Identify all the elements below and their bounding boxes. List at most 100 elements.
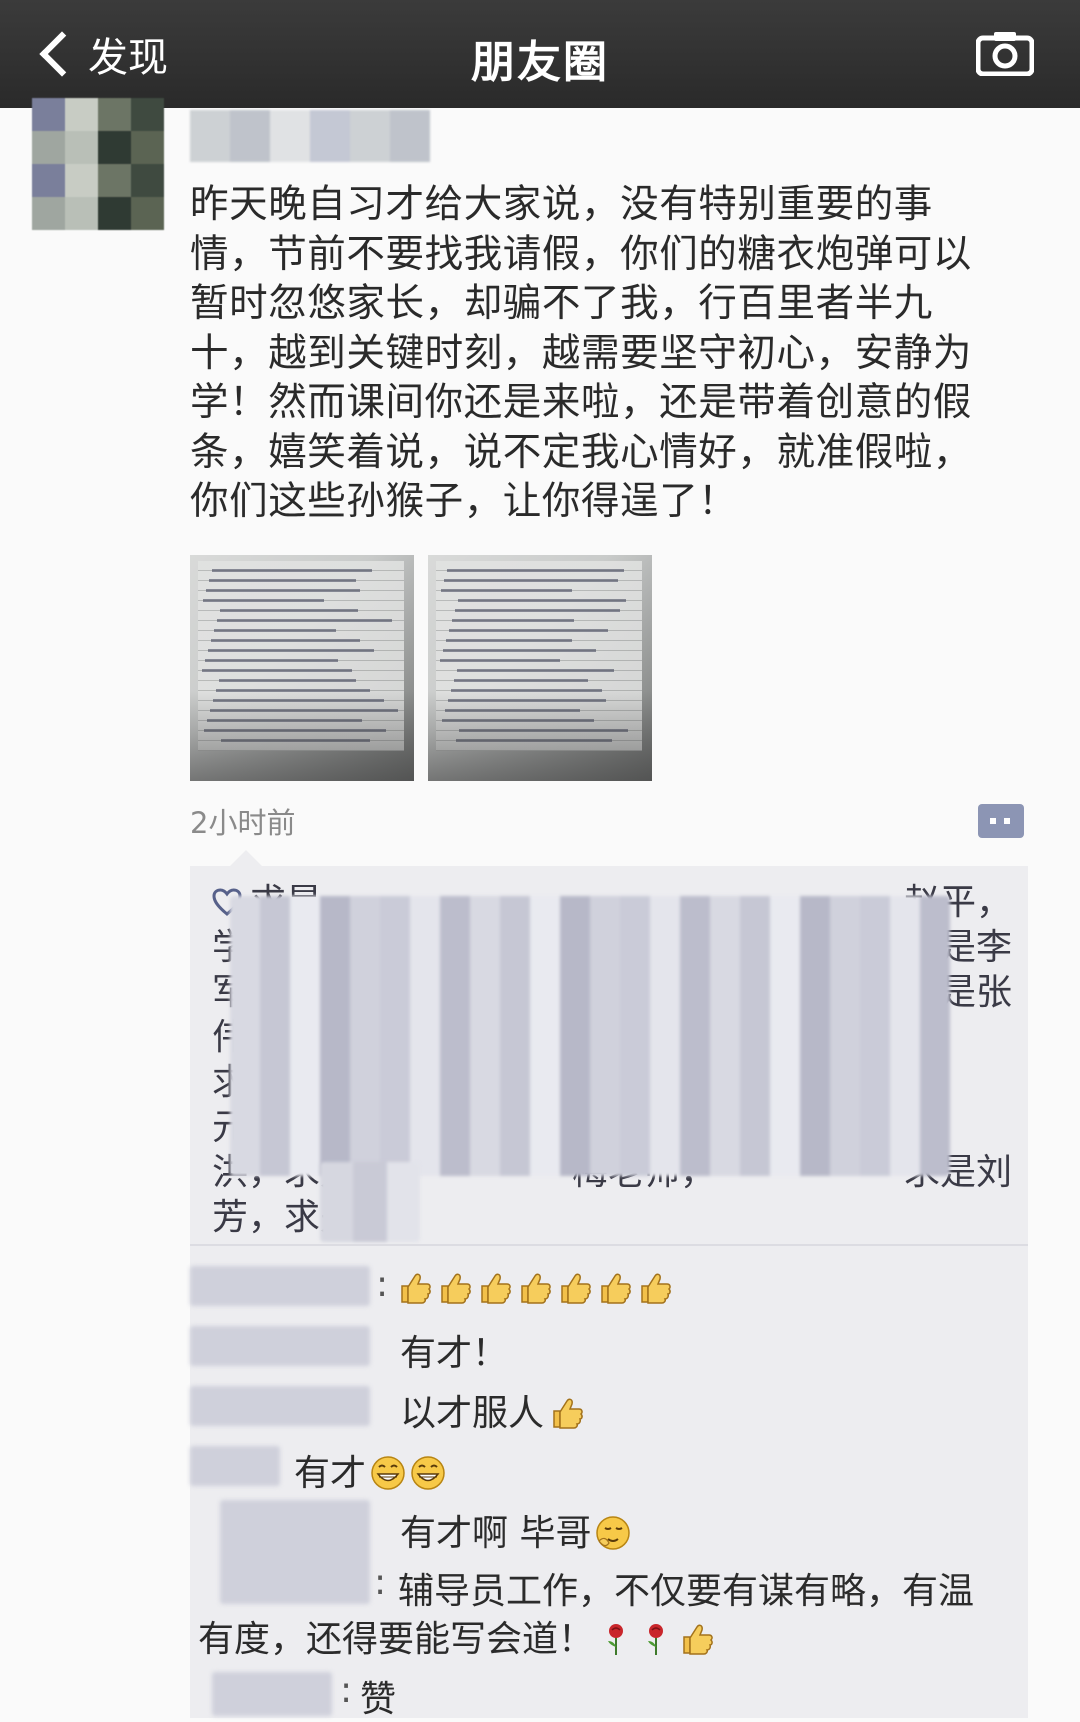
mosaic-tile (500, 896, 530, 928)
camera-icon[interactable] (976, 30, 1034, 76)
mosaic-tile (470, 1082, 500, 1114)
post-text-line: 学！然而课间你还是来啦，还是带着创意的假 (190, 380, 973, 425)
comment-item[interactable]: 以才服人 (190, 1378, 1028, 1434)
mosaic-tile (530, 1082, 560, 1114)
mosaic-tile (560, 958, 590, 990)
mosaic-tile (590, 1082, 620, 1114)
mosaic-tile (680, 927, 710, 959)
mosaic-tile (320, 1162, 354, 1189)
comment-text: 有度，还得要能写会道！ (198, 1619, 595, 1660)
mosaic-tile (590, 927, 620, 959)
commenter-name-blurred[interactable] (212, 1672, 332, 1716)
mosaic-tile (260, 1082, 290, 1114)
mosaic-tile (350, 927, 380, 959)
mosaic-tile (530, 1113, 560, 1145)
mosaic-tile (800, 1144, 830, 1176)
mosaic-tile (710, 1051, 740, 1083)
rose-icon (648, 1624, 664, 1655)
mosaic-tile (98, 197, 131, 230)
post-photo-2[interactable] (428, 555, 652, 781)
mosaic-tile (920, 1144, 950, 1176)
mosaic-tile (410, 1051, 440, 1083)
mosaic-tile (890, 958, 920, 990)
mosaic-tile (320, 896, 350, 928)
mosaic-tile (500, 958, 530, 990)
mosaic-tile (920, 989, 950, 1021)
mosaic-tile (770, 1082, 800, 1114)
mosaic-tile (860, 1144, 890, 1176)
mosaic-tile (290, 896, 320, 928)
like-name[interactable]: 是张 (940, 970, 1012, 1015)
comment-colon: : (340, 1670, 353, 1711)
mosaic-tile (131, 98, 164, 131)
comment-item[interactable]: : (190, 1258, 1028, 1314)
comment-item[interactable]: 有才！ (190, 1318, 1028, 1374)
mosaic-tile (380, 1051, 410, 1083)
mosaic-tile (440, 896, 470, 928)
mosaic-tile (410, 1082, 440, 1114)
mosaic-tile (800, 1082, 830, 1114)
comment-colon: : (374, 1562, 387, 1603)
mosaic-tile (770, 1051, 800, 1083)
mosaic-tile (65, 197, 98, 230)
commenter-name-blurred[interactable] (190, 1446, 280, 1486)
mosaic-tile (800, 1051, 830, 1083)
handwriting-stroke (209, 579, 356, 582)
mosaic-tile (500, 989, 530, 1021)
grin-face-icon (411, 1456, 445, 1490)
mosaic-tile (353, 1188, 387, 1216)
mosaic-tile (560, 1113, 590, 1145)
photo-shadow (428, 691, 652, 781)
mosaic-tile (530, 958, 560, 990)
post-text-line: 昨天晚自习才给大家说，没有特别重要的事 (190, 182, 933, 227)
mosaic-tile (560, 896, 590, 928)
grin-face-icon (371, 1456, 405, 1490)
handwriting-stroke (446, 639, 572, 642)
comment-item[interactable]: 有才啊 毕哥 (190, 1498, 1028, 1604)
handwriting-stroke (441, 589, 572, 592)
mosaic-tile (290, 1051, 320, 1083)
mosaic-tile (290, 1113, 320, 1145)
comment-item[interactable]: 有才 (190, 1438, 1028, 1494)
likes-comments-divider (190, 1244, 1028, 1246)
handwriting-stroke (454, 679, 588, 682)
like-name[interactable]: 是李 (940, 925, 1012, 970)
avatar[interactable] (32, 98, 164, 230)
post-text-line: 暂时忽悠家长，却骗不了我，行百里者半九 (190, 281, 933, 326)
comment-emojis (594, 1619, 714, 1660)
poster-name-blurred[interactable] (190, 110, 430, 162)
mosaic-tile (770, 1113, 800, 1145)
mosaic-tile (890, 1082, 920, 1114)
commenter-name-blurred[interactable] (190, 1326, 370, 1366)
mosaic-tile (270, 110, 310, 162)
post-text-line: 情，节前不要找我请假，你们的糖衣炮弹可以 (190, 231, 973, 277)
mosaic-tile (350, 1113, 380, 1145)
mosaic-tile (440, 989, 470, 1021)
mosaic-tile (530, 896, 560, 928)
mosaic-tile (560, 989, 590, 1021)
commenter-name-blurred[interactable] (190, 1266, 370, 1306)
mosaic-tile (320, 1188, 354, 1216)
comment-text: 有才啊 毕哥 (400, 1513, 592, 1554)
interaction-box: 求是 赵平， 学生 是李 军， 是张 伟 求 元 洪，求是 梅老师， 求是刘 芳… (190, 850, 1028, 1720)
mosaic-tile (131, 131, 164, 164)
mosaic-tile (740, 1144, 770, 1176)
handwriting-stroke (444, 579, 618, 582)
commenter-name-blurred[interactable] (190, 1386, 370, 1426)
mosaic-tile (260, 958, 290, 990)
post-photo-1[interactable] (190, 555, 414, 781)
handwriting-stroke (455, 609, 620, 612)
mosaic-tile (740, 958, 770, 990)
mosaic-tile (740, 1051, 770, 1083)
mosaic-tile (230, 989, 260, 1021)
comment-item[interactable]: : 赞 (190, 1666, 1028, 1720)
mosaic-tile (350, 110, 390, 162)
mosaic-tile (740, 927, 770, 959)
mosaic-tile (500, 1020, 530, 1052)
comment-action-icon[interactable] (978, 804, 1024, 838)
mosaic-tile (380, 1082, 410, 1114)
mosaic-tile (470, 989, 500, 1021)
comment-item[interactable]: : 辅导员工作，不仅要有谋有略，有温 有度，还得要能写会道！ (190, 1560, 1028, 1670)
mosaic-tile (290, 1020, 320, 1052)
thumbs-up-icon (553, 1398, 583, 1429)
